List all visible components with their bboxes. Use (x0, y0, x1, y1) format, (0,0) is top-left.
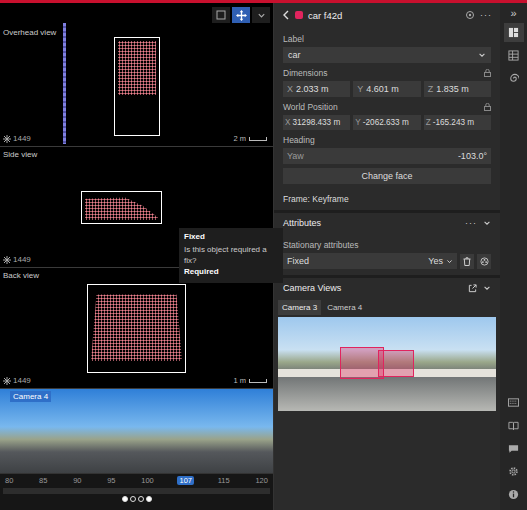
camera-label: Camera 4 (10, 391, 51, 402)
page-dot[interactable] (130, 496, 136, 502)
back-icon[interactable] (282, 10, 290, 20)
position-field[interactable]: Z-165.243 m (424, 115, 491, 130)
object-panel: car f42d ··· Label car Dimensions X2.033 mY4.… (274, 3, 500, 510)
annotation-app: Overhead view14492 mSide view1449Back vi… (0, 0, 527, 510)
trash-icon (463, 257, 471, 266)
scale-bar: 1 m (233, 376, 267, 385)
book-icon[interactable] (504, 416, 524, 435)
external-link-icon[interactable] (468, 284, 477, 293)
change-face-button[interactable]: Change face (283, 168, 491, 184)
page-dot[interactable] (122, 496, 128, 502)
lidar-view[interactable]: Overhead view 1449 2 m (0, 3, 273, 147)
spiral-icon[interactable] (504, 69, 524, 88)
lock-icon[interactable] (484, 103, 491, 111)
bounding-box[interactable] (87, 284, 186, 373)
view-title: Overhead view (3, 28, 56, 37)
timeline-track[interactable] (3, 488, 270, 494)
info-icon[interactable] (504, 485, 524, 504)
point-cloud (85, 195, 158, 220)
keyboard-icon[interactable] (504, 393, 524, 412)
timeline-tick[interactable]: 115 (216, 476, 232, 485)
timeline-tick[interactable]: 120 (253, 476, 270, 485)
position-field[interactable]: Y-2062.633 m (353, 115, 420, 130)
frame-type: Frame: Keyframe (283, 194, 491, 204)
field-label: Heading (283, 135, 491, 145)
lidar-points (63, 23, 66, 144)
attributes-section-header[interactable]: Attributes··· (274, 210, 500, 233)
point-cloud (118, 41, 156, 95)
timeline[interactable]: 80 85 90 95 100 107 115 120 (0, 474, 273, 510)
chevron-down-icon (478, 51, 486, 59)
frame-number: 1449 (3, 255, 31, 264)
palette-icon (480, 257, 489, 266)
chevron-icon[interactable] (483, 284, 491, 292)
timeline-tick[interactable]: 95 (105, 476, 117, 485)
gear-icon[interactable] (504, 462, 524, 481)
bounding-box[interactable] (81, 191, 162, 224)
camera-image[interactable] (278, 317, 496, 411)
field-label: World Position (283, 102, 491, 112)
chevron-down-icon[interactable] (252, 7, 270, 23)
timeline-tick[interactable]: 85 (37, 476, 49, 485)
view-toolbar (212, 7, 270, 23)
view-title: Side view (3, 150, 37, 159)
scale-bar: 2 m (233, 134, 267, 143)
more-menu[interactable]: ··· (480, 10, 492, 20)
attribute-field[interactable]: FixedYes (283, 253, 457, 269)
lidar-view[interactable]: Back view 1449 1 m (0, 268, 273, 389)
attribute-row: FixedYes (283, 253, 491, 269)
group-label: Stationary attributes (283, 240, 491, 250)
timeline-tick[interactable]: 100 (139, 476, 156, 485)
box-tool-icon[interactable] (212, 7, 230, 23)
projected-box-face (378, 350, 414, 377)
dimension-field[interactable]: Y4.601 m (353, 81, 420, 97)
dimension-field[interactable]: X2.033 m (283, 81, 350, 97)
page-dot[interactable] (138, 496, 144, 502)
color-swatch (295, 11, 303, 19)
frame-number: 1449 (3, 376, 31, 385)
position-field[interactable]: X31298.433 m (283, 115, 350, 130)
page-dot[interactable] (146, 496, 152, 502)
frame-icon (3, 377, 11, 385)
chevron-down-icon (446, 258, 453, 265)
panel-header: car f42d ··· (274, 3, 500, 27)
timeline-tick[interactable]: 80 (3, 476, 15, 485)
chat-icon[interactable] (504, 439, 524, 458)
label-select[interactable]: car (283, 47, 491, 63)
tooltip: FixedIs this object required a fix?Requi… (179, 228, 283, 283)
layout-icon[interactable] (504, 23, 524, 42)
bounding-box[interactable] (114, 37, 160, 136)
frame-number: 1449 (3, 134, 31, 143)
collapse-button[interactable]: » (510, 7, 516, 19)
frame-icon (3, 256, 11, 264)
view-title: Back view (3, 271, 39, 280)
timeline-tick[interactable]: 107 (177, 476, 194, 485)
camera-views-header[interactable]: Camera Views (274, 275, 500, 298)
dimension-field[interactable]: Z1.835 m (424, 81, 491, 97)
point-cloud (91, 288, 182, 369)
camera-strip[interactable]: Camera 4 (0, 389, 273, 474)
camera-tab[interactable]: Camera 4 (323, 300, 366, 315)
table-icon[interactable] (504, 46, 524, 65)
side-rail: » (500, 3, 527, 510)
yaw-field[interactable]: Yaw-103.0° (283, 148, 491, 164)
camera-tab[interactable]: Camera 3 (278, 300, 321, 315)
chevron-icon[interactable] (483, 219, 491, 227)
target-icon[interactable] (465, 10, 475, 20)
move-tool-icon[interactable] (232, 7, 250, 23)
field-label: Dimensions (283, 68, 491, 78)
more-menu[interactable]: ··· (465, 218, 477, 228)
frame-icon (3, 135, 11, 143)
timeline-tick[interactable]: 90 (71, 476, 83, 485)
delete-button[interactable] (460, 254, 474, 269)
color-button[interactable] (477, 254, 491, 269)
field-label: Label (283, 34, 491, 44)
object-title: car f42d (308, 10, 342, 21)
lock-icon[interactable] (484, 69, 491, 77)
